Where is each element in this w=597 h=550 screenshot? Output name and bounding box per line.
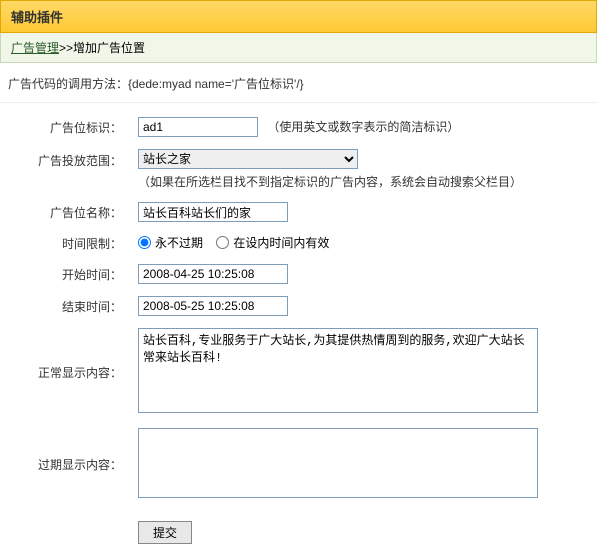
breadcrumb-current: 增加广告位置 <box>73 41 145 55</box>
label-identifier: 广告位标识： <box>0 111 130 143</box>
label-time-limit: 时间限制： <box>0 228 130 258</box>
breadcrumb-link-ad-manage[interactable]: 广告管理 <box>11 41 59 55</box>
label-expired-content: 过期显示内容： <box>0 422 130 507</box>
label-scope: 广告投放范围： <box>0 143 130 196</box>
name-input[interactable] <box>138 202 288 222</box>
identifier-input[interactable] <box>138 117 258 137</box>
radio-never-expire[interactable] <box>138 236 151 249</box>
label-normal-content: 正常显示内容： <box>0 322 130 422</box>
label-start-time: 开始时间： <box>0 258 130 290</box>
radio-range-wrap[interactable]: 在设内时间内有效 <box>216 234 329 251</box>
scope-note: （如果在所选栏目找不到指定标识的广告内容，系统会自动搜索父栏目） <box>138 173 589 190</box>
label-end-time: 结束时间： <box>0 290 130 322</box>
ad-form: 广告位标识： （使用英文或数字表示的简洁标识） 广告投放范围： 站长之家 （如果… <box>0 111 597 550</box>
module-title: 辅助插件 <box>11 10 63 25</box>
expired-content-textarea[interactable] <box>138 428 538 498</box>
scope-select[interactable]: 站长之家 <box>138 149 358 169</box>
label-name: 广告位名称： <box>0 196 130 228</box>
identifier-note: （使用英文或数字表示的简洁标识） <box>267 120 459 134</box>
radio-never-expire-wrap[interactable]: 永不过期 <box>138 234 203 251</box>
submit-button[interactable]: 提交 <box>138 521 192 544</box>
usage-hint: 广告代码的调用方法：{dede:myad name='广告位标识'/} <box>0 63 597 103</box>
end-time-input[interactable] <box>138 296 288 316</box>
start-time-input[interactable] <box>138 264 288 284</box>
breadcrumb: 广告管理>>增加广告位置 <box>0 33 597 63</box>
radio-range[interactable] <box>216 236 229 249</box>
normal-content-textarea[interactable] <box>138 328 538 413</box>
module-header: 辅助插件 <box>0 0 597 33</box>
